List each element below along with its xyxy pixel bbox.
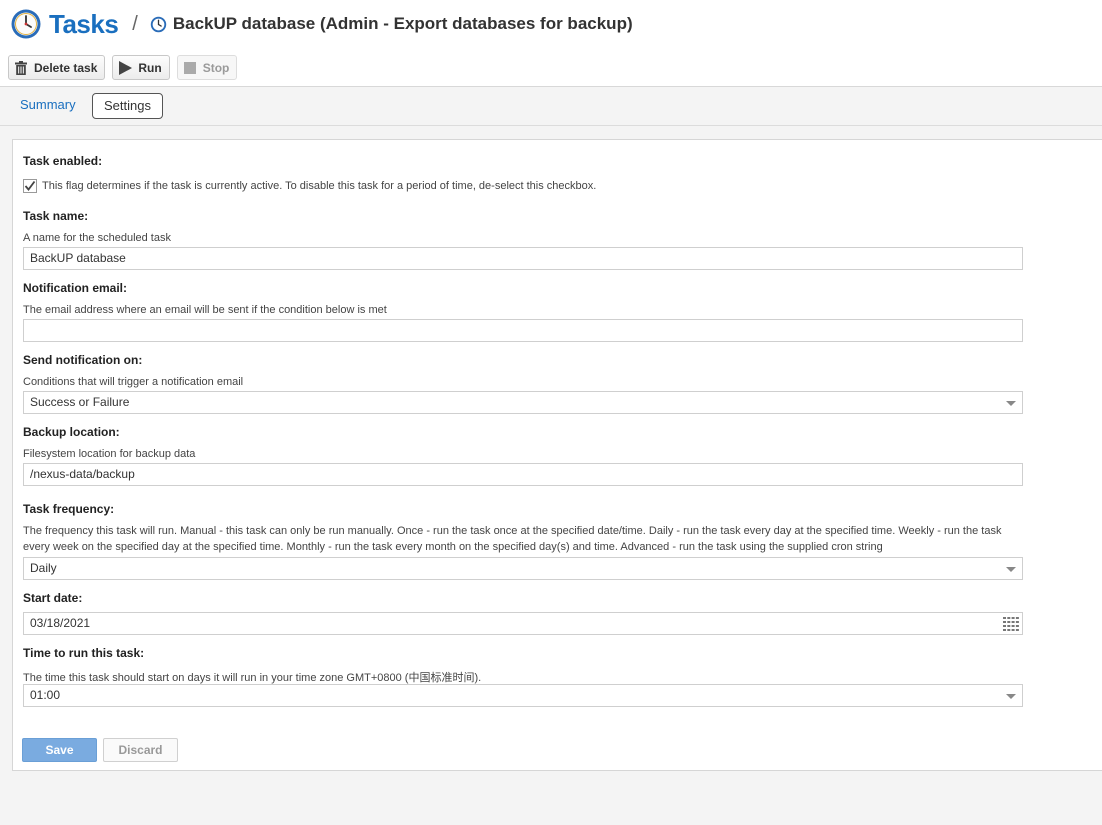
clock-icon: [150, 16, 167, 32]
toolbar: Delete task Run Stop: [8, 55, 238, 80]
stop-icon: [183, 61, 196, 74]
breadcrumb: Tasks / BackUP database (Admin - Export …: [10, 7, 633, 41]
time-to-run-value: 01:00: [30, 688, 61, 702]
task-name-help: A name for the scheduled task: [23, 232, 171, 244]
page-header: Tasks / BackUP database (Admin - Export …: [0, 0, 1102, 87]
task-enabled-help: This flag determines if the task is curr…: [42, 180, 597, 192]
send-notification-select[interactable]: Success or Failure: [23, 391, 1023, 414]
notification-email-input[interactable]: [23, 319, 1023, 342]
tab-settings[interactable]: Settings: [92, 93, 163, 119]
run-label: Run: [138, 60, 162, 75]
run-button[interactable]: Run: [112, 55, 170, 80]
save-button[interactable]: Save: [22, 738, 97, 762]
time-to-run-label: Time to run this task:: [23, 646, 145, 660]
chevron-down-icon[interactable]: [1006, 401, 1016, 406]
settings-form: Task enabled: This flag determines if th…: [12, 139, 1102, 771]
trash-icon: [15, 60, 27, 75]
backup-location-help: Filesystem location for backup data: [23, 448, 196, 460]
delete-task-label: Delete task: [34, 60, 98, 75]
task-name-value: BackUP database: [30, 251, 126, 265]
time-to-run-select[interactable]: 01:00: [23, 684, 1023, 707]
backup-location-label: Backup location:: [23, 425, 120, 439]
task-name-input[interactable]: BackUP database: [23, 247, 1023, 270]
task-frequency-select[interactable]: Daily: [23, 557, 1023, 580]
start-date-input[interactable]: 03/18/2021: [23, 612, 1023, 635]
chevron-down-icon[interactable]: [1006, 694, 1016, 699]
breadcrumb-separator: /: [132, 12, 138, 35]
breadcrumb-tasks-link[interactable]: Tasks: [49, 9, 119, 40]
discard-button[interactable]: Discard: [103, 738, 178, 762]
chevron-down-icon[interactable]: [1006, 567, 1016, 572]
backup-location-value: /nexus-data/backup: [30, 467, 135, 481]
task-name-label: Task name:: [23, 209, 89, 223]
task-frequency-value: Daily: [30, 561, 57, 575]
start-date-label: Start date:: [23, 591, 83, 605]
backup-location-input[interactable]: /nexus-data/backup: [23, 463, 1023, 486]
send-notification-label: Send notification on:: [23, 353, 143, 367]
time-to-run-help: The time this task should start on days …: [23, 672, 482, 684]
task-frequency-help: The frequency this task will run. Manual…: [23, 525, 1002, 553]
play-icon: [119, 60, 133, 75]
send-notification-value: Success or Failure: [30, 395, 130, 409]
delete-task-button[interactable]: Delete task: [8, 55, 106, 80]
clock-icon: [11, 9, 41, 39]
task-enabled-label: Task enabled:: [23, 154, 103, 168]
task-frequency-label: Task frequency:: [23, 502, 115, 516]
task-enabled-row: This flag determines if the task is curr…: [23, 179, 596, 193]
page-title: BackUP database (Admin - Export database…: [172, 14, 633, 33]
stop-label: Stop: [202, 60, 230, 75]
notification-email-label: Notification email:: [23, 281, 128, 295]
stop-button[interactable]: Stop: [176, 55, 238, 80]
send-notification-help: Conditions that will trigger a notificat…: [23, 376, 244, 388]
tab-bar: Summary Settings: [0, 87, 1102, 126]
notification-email-help: The email address where an email will be…: [23, 304, 387, 316]
start-date-value: 03/18/2021: [30, 616, 91, 630]
tab-summary[interactable]: Summary: [20, 93, 76, 119]
calendar-icon[interactable]: [1003, 617, 1019, 631]
task-enabled-checkbox[interactable]: [23, 179, 37, 193]
